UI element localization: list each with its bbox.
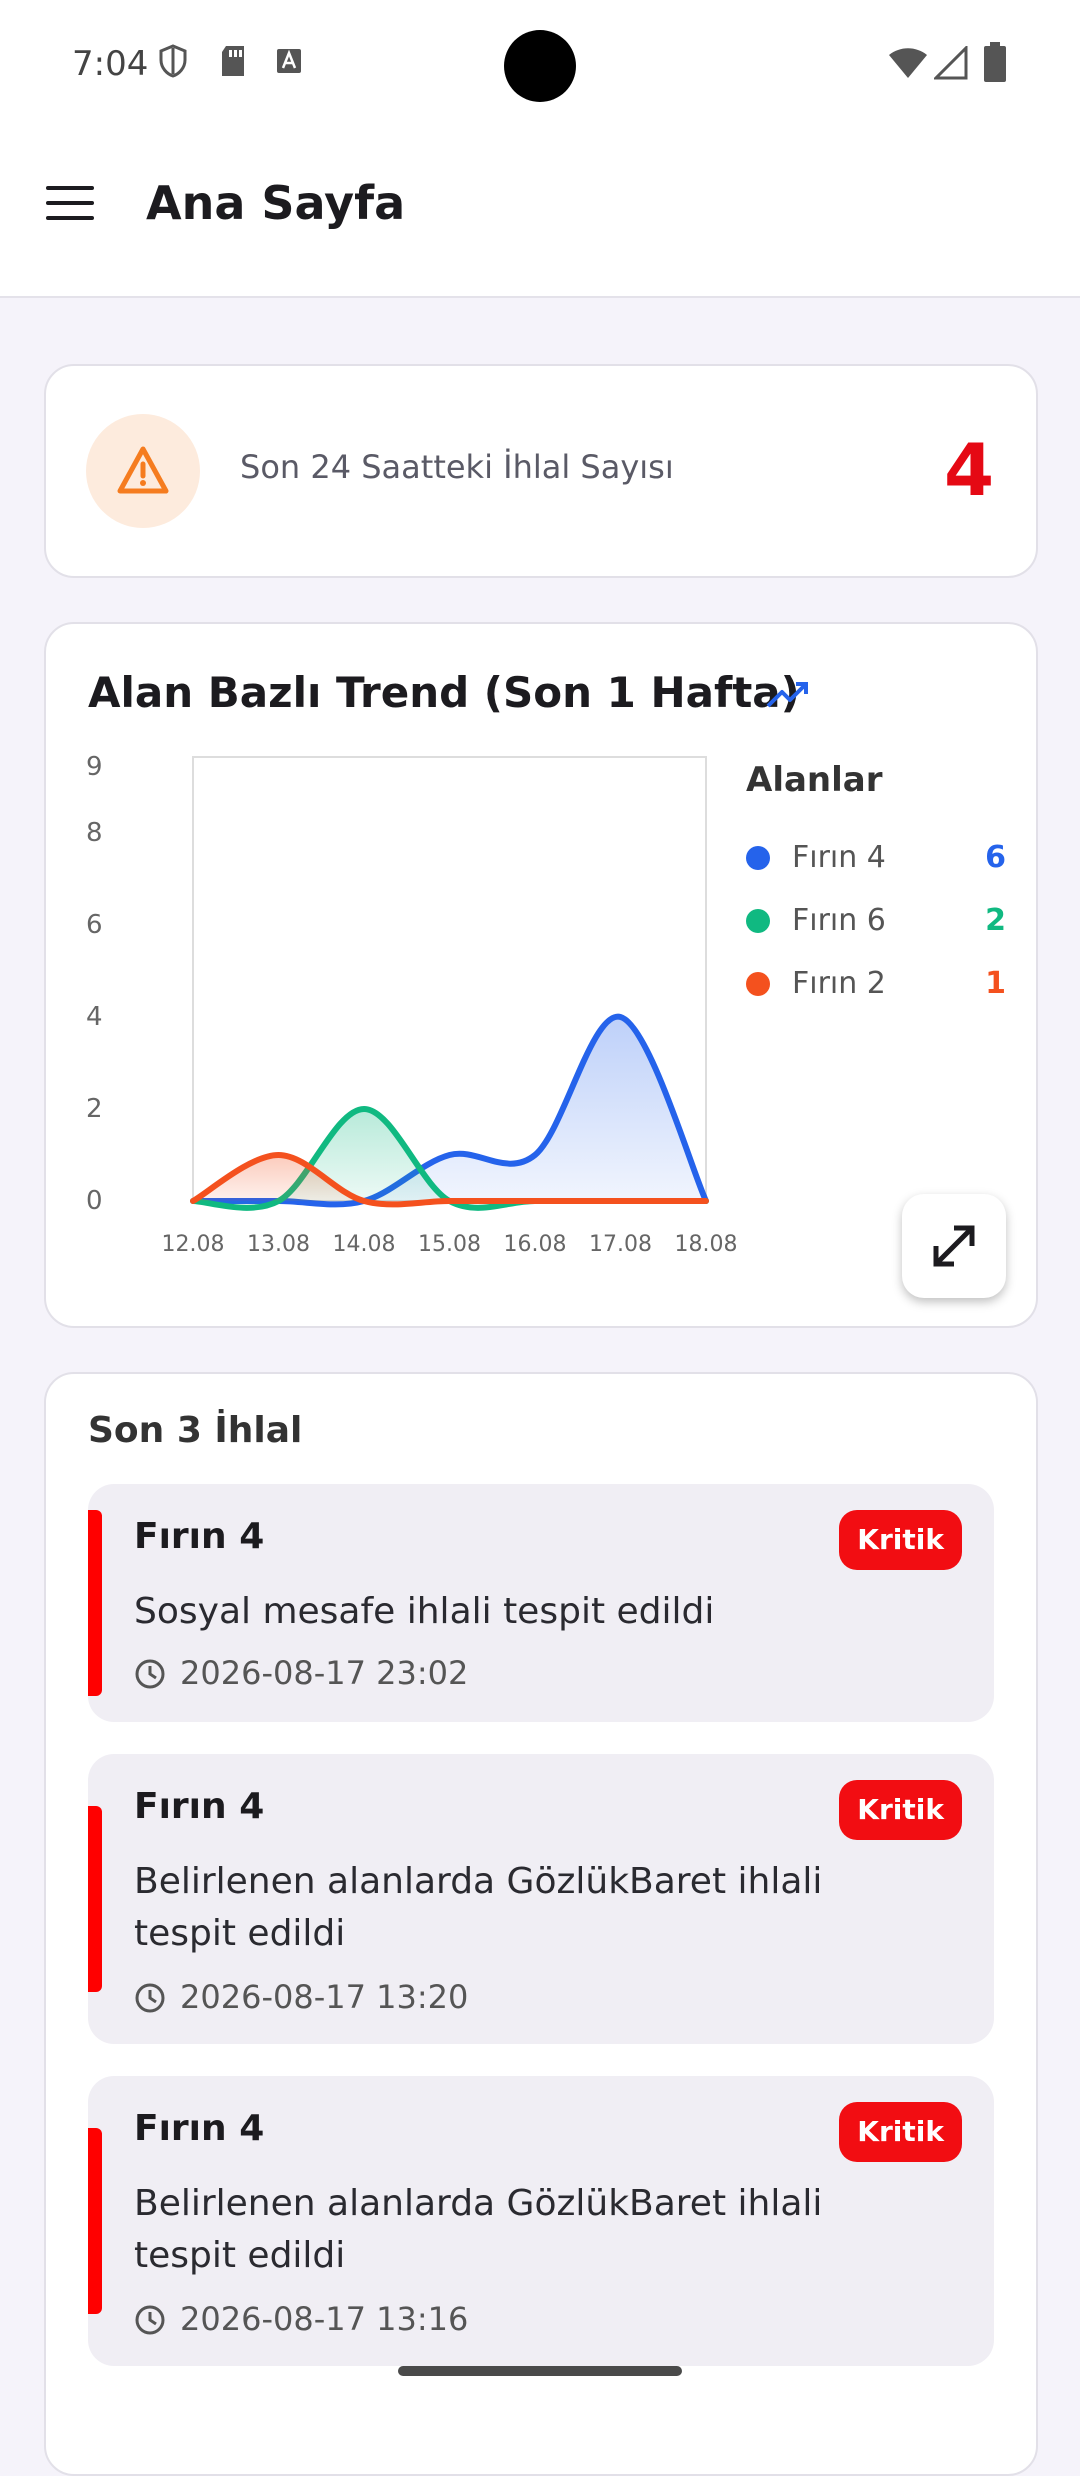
violation-message: Belirlenen alanlarda GözlükBaret ihlali … [134,2183,823,2276]
y-tick-label: 2 [86,1094,103,1124]
severity-badge: Kritik [839,2102,962,2162]
legend-name: Fırın 4 [792,840,886,875]
legend-name: Fırın 2 [792,966,886,1001]
violation-timestamp: 2026-08-17 13:20 [180,1978,469,2016]
x-tick-label: 15.08 [418,1232,481,1257]
menu-icon[interactable] [46,186,102,230]
legend-dot [746,846,770,870]
x-tick-label: 13.08 [247,1232,310,1257]
legend-item-firin-4: Fırın 4 6 [746,836,1006,880]
violation-timestamp: 2026-08-17 23:02 [180,1654,469,1692]
sd-card-icon [222,46,244,76]
severity-badge: Kritik [839,1780,962,1840]
page-title: Ana Sayfa [146,176,406,230]
y-tick-label: 6 [86,910,103,940]
legend-value: 2 [985,903,1006,938]
expand-chart-button[interactable] [902,1194,1006,1298]
violation-item[interactable]: Fırın 4 Kritik Belirlenen alanlarda Gözl… [88,1754,994,2044]
y-tick-label: 9 [86,752,103,782]
y-tick-label: 4 [86,1002,103,1032]
trending-up-icon [766,682,808,708]
x-tick-label: 16.08 [504,1232,567,1257]
camera-cutout [504,30,576,102]
violation-item[interactable]: Fırın 4 Kritik Sosyal mesafe ihlali tesp… [88,1484,994,1722]
trend-chart: 9 8 6 4 2 0 12.08 13.08 14.08 15.08 16.08 17.08 18.0… [86,752,738,1257]
violation-count-label: Son 24 Saatteki İhlal Sayısı [240,448,674,486]
status-time: 7:04 [72,44,149,84]
signal-icon [934,46,968,80]
clock-icon [135,2305,165,2335]
warning-triangle-icon [117,446,169,494]
expand-icon [933,1225,975,1267]
violation-timestamp: 2026-08-17 13:16 [180,2300,469,2338]
violation-item[interactable]: Fırın 4 Kritik Belirlenen alanlarda Gözl… [88,2076,994,2366]
keyboard-a-icon [277,49,301,73]
clock-icon [135,1983,165,2013]
battery-icon [984,42,1006,82]
recent-violations-title: Son 3 İhlal [88,1410,303,1451]
chart-title: Alan Bazlı Trend (Son 1 Hafta) [88,668,800,717]
y-tick-label: 0 [86,1186,103,1216]
severity-badge: Kritik [839,1510,962,1570]
severity-bar [88,1806,102,1992]
legend-item-firin-2: Fırın 2 1 [746,962,1006,1006]
violation-message: Belirlenen alanlarda GözlükBaret ihlali … [134,1861,823,1954]
legend-item-firin-6: Fırın 6 2 [746,899,1006,943]
shield-icon [159,44,187,78]
x-tick-label: 14.08 [333,1232,396,1257]
violation-area: Fırın 4 [134,1516,265,1557]
legend-name: Fırın 6 [792,903,886,938]
legend-value: 6 [985,840,1006,875]
violation-area: Fırın 4 [134,1786,265,1827]
legend-dot [746,972,770,996]
y-tick-label: 8 [86,818,103,848]
clock-icon [135,1659,165,1689]
violation-message: Sosyal mesafe ihlali tespit edildi [134,1591,715,1632]
violation-count: 4 [944,428,995,512]
legend-title: Alanlar [746,760,883,800]
legend-dot [746,909,770,933]
wifi-icon [889,48,927,78]
severity-bar [88,1510,102,1696]
warning-icon-badge [86,414,200,528]
home-indicator[interactable] [398,2366,682,2376]
x-tick-label: 18.08 [675,1232,738,1257]
legend-value: 1 [985,966,1006,1001]
severity-bar [88,2128,102,2314]
violation-area: Fırın 4 [134,2108,265,2149]
x-tick-label: 12.08 [162,1232,225,1257]
x-tick-label: 17.08 [589,1232,652,1257]
